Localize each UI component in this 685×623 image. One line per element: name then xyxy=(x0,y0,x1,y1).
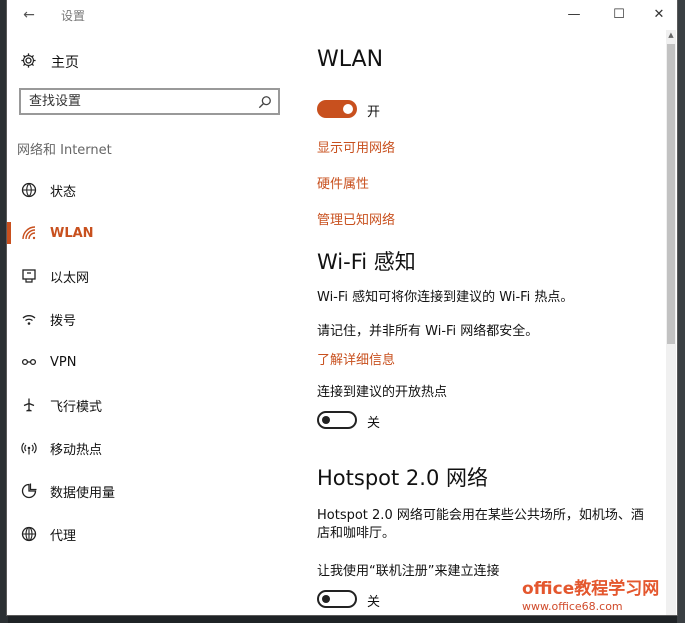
search-input[interactable] xyxy=(21,90,249,113)
home-label: 主页 xyxy=(51,55,79,71)
sidebar: 主页 网络和 Internet 状态 WLAN 以太网 xyxy=(7,30,297,615)
globe-status-icon xyxy=(20,181,38,199)
hotspot20-description-line1: Hotspot 2.0 网络可能会用在某些公共场所，如机场、酒 xyxy=(317,508,644,523)
open-hotspot-toggle-label: 关 xyxy=(367,416,381,431)
proxy-globe-icon xyxy=(20,525,38,543)
search-icon[interactable] xyxy=(258,94,272,109)
airplane-icon xyxy=(20,396,38,414)
hotspot20-description-line2: 店和咖啡厅。 xyxy=(317,526,396,541)
watermark-title: office教程学习网 xyxy=(522,579,660,599)
wifi-sense-heading: Wi-Fi 感知 xyxy=(317,250,416,274)
scrollbar[interactable]: ▲ xyxy=(666,30,676,615)
sidebar-item-label: 飞行模式 xyxy=(50,399,103,415)
sidebar-item-label: 移动热点 xyxy=(50,442,103,458)
open-hotspot-label: 连接到建议的开放热点 xyxy=(317,385,448,400)
wifi-sense-note: 请记住，并非所有 Wi-Fi 网络都安全。 xyxy=(317,324,539,339)
sidebar-item-label: 代理 xyxy=(50,528,77,544)
data-usage-icon xyxy=(20,482,38,500)
search-box[interactable] xyxy=(19,88,280,115)
hotspot-icon xyxy=(20,439,38,457)
watermark-url: www.office68.com xyxy=(522,600,623,613)
show-available-networks-link[interactable]: 显示可用网络 xyxy=(317,137,395,156)
title-bar: ← 设置 — ☐ ✕ xyxy=(7,0,677,30)
window-title: 设置 xyxy=(61,9,86,23)
sidebar-item-label: 数据使用量 xyxy=(50,485,116,501)
dialup-icon xyxy=(20,310,38,328)
online-signup-label: 让我使用“联机注册”来建立连接 xyxy=(317,564,500,579)
sidebar-item-vpn[interactable]: VPN xyxy=(7,345,297,379)
open-hotspot-toggle[interactable] xyxy=(317,411,357,429)
watermark: office教程学习网 www.office68.com xyxy=(522,574,659,613)
main-content: WLAN 开 显示可用网络 硬件属性 管理已知网络 Wi-Fi 感知 Wi-Fi… xyxy=(317,30,667,615)
section-title: 网络和 Internet xyxy=(17,143,112,158)
hotspot20-heading: Hotspot 2.0 网络 xyxy=(317,466,488,490)
scroll-up-arrow-icon[interactable]: ▲ xyxy=(666,30,676,40)
sidebar-item-dialup[interactable]: 拨号 xyxy=(7,302,297,336)
scrollbar-thumb[interactable] xyxy=(667,44,675,344)
toggle-knob xyxy=(343,104,353,114)
online-signup-toggle-label: 关 xyxy=(367,595,381,610)
home-nav-item[interactable]: 主页 xyxy=(20,50,79,74)
toggle-knob xyxy=(322,595,330,603)
sidebar-item-label: 状态 xyxy=(50,184,77,200)
toggle-knob xyxy=(322,416,330,424)
sidebar-item-hotspot[interactable]: 移动热点 xyxy=(7,431,297,465)
sidebar-item-ethernet[interactable]: 以太网 xyxy=(7,259,297,293)
manage-known-networks-link[interactable]: 管理已知网络 xyxy=(317,209,395,228)
sidebar-item-data-usage[interactable]: 数据使用量 xyxy=(7,474,297,508)
wifi-sense-description: Wi-Fi 感知可将你连接到建议的 Wi-Fi 热点。 xyxy=(317,290,574,305)
sidebar-item-status[interactable]: 状态 xyxy=(7,173,297,207)
sidebar-item-label: 拨号 xyxy=(50,313,77,329)
ethernet-icon xyxy=(20,267,38,285)
sidebar-item-label: VPN xyxy=(50,354,77,370)
active-indicator xyxy=(7,222,11,244)
hardware-properties-link[interactable]: 硬件属性 xyxy=(317,173,369,192)
minimize-icon[interactable]: — xyxy=(559,4,589,26)
settings-window: ← 设置 — ☐ ✕ 主页 网络和 Internet 状态 xyxy=(7,0,677,615)
sidebar-item-label: WLAN xyxy=(50,225,94,241)
desktop-background-right xyxy=(677,0,685,623)
wlan-toggle[interactable] xyxy=(317,100,357,118)
sidebar-item-wlan[interactable]: WLAN xyxy=(7,216,297,250)
sidebar-item-airplane[interactable]: 飞行模式 xyxy=(7,388,297,422)
learn-more-link[interactable]: 了解详细信息 xyxy=(317,349,395,368)
close-icon[interactable]: ✕ xyxy=(644,4,674,26)
online-signup-toggle[interactable] xyxy=(317,590,357,608)
wifi-icon xyxy=(20,224,38,242)
page-title: WLAN xyxy=(317,47,384,72)
back-arrow-icon[interactable]: ← xyxy=(19,5,39,25)
vpn-icon xyxy=(20,353,38,371)
maximize-icon[interactable]: ☐ xyxy=(604,4,634,26)
sidebar-item-label: 以太网 xyxy=(50,270,90,286)
sidebar-item-proxy[interactable]: 代理 xyxy=(7,517,297,551)
wlan-toggle-label: 开 xyxy=(367,105,381,120)
gear-icon xyxy=(20,52,37,73)
